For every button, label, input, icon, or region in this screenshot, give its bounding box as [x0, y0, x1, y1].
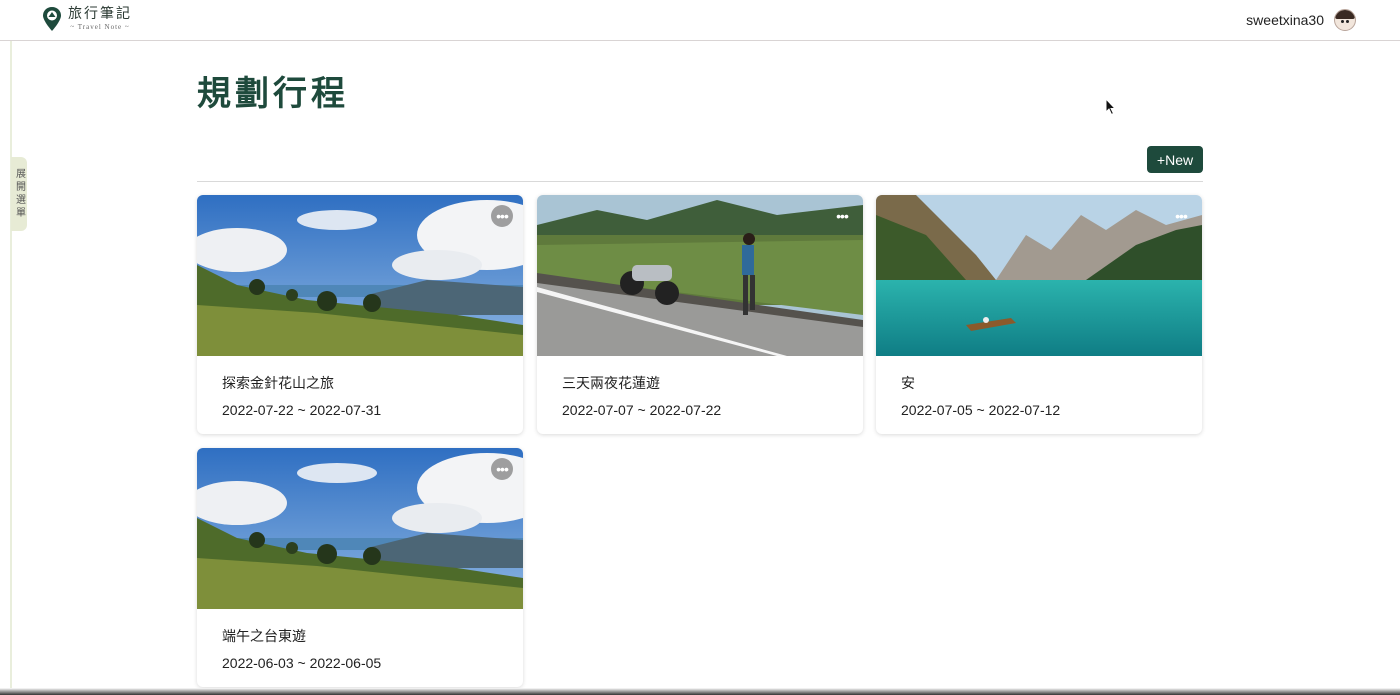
trip-cover-image [197, 448, 523, 609]
trip-title: 安 [901, 376, 915, 392]
trip-card[interactable]: ••• 端午之台東遊 2022-06-03 ~ 2022-06-05 [197, 448, 523, 687]
trip-card[interactable]: ••• 三天兩夜花蓮遊 2022-07-07 ~ 2022-07-22 [537, 195, 863, 434]
trip-title: 探索金針花山之旅 [222, 376, 334, 392]
sidebar-toggle-button[interactable]: 展開選單 [11, 157, 27, 231]
new-trip-button[interactable]: +New [1147, 146, 1203, 173]
username[interactable]: sweetxina30 [1246, 12, 1324, 28]
divider [197, 181, 1203, 182]
window-edge [0, 688, 1400, 695]
trip-dates: 2022-07-22 ~ 2022-07-31 [222, 402, 382, 418]
trip-title: 三天兩夜花蓮遊 [562, 376, 660, 392]
trip-card[interactable]: ••• 探索金針花山之旅 2022-07-22 ~ 2022-07-31 [197, 195, 523, 434]
sidebar-edge [10, 41, 12, 695]
more-options-icon[interactable]: ••• [491, 205, 513, 227]
more-options-icon[interactable]: ••• [491, 458, 513, 480]
trip-dates: 2022-06-03 ~ 2022-06-05 [222, 655, 382, 671]
trip-cover-image [197, 195, 523, 356]
trip-cover-image [537, 195, 863, 356]
logo-title: 旅行筆記 [68, 6, 132, 22]
trip-dates: 2022-07-05 ~ 2022-07-12 [901, 402, 1061, 418]
mouse-cursor-icon [1105, 98, 1117, 116]
map-pin-icon [43, 7, 61, 31]
trip-title: 端午之台東遊 [222, 629, 306, 645]
page-title: 規劃行程 [197, 74, 349, 114]
site-logo[interactable]: 旅行筆記 ~ Travel Note ~ [42, 6, 132, 32]
logo-subtitle: ~ Travel Note ~ [70, 23, 130, 31]
more-options-icon[interactable]: ••• [1170, 205, 1192, 227]
more-options-icon[interactable]: ••• [831, 205, 853, 227]
trip-dates: 2022-07-07 ~ 2022-07-22 [562, 402, 722, 418]
trip-cover-image [876, 195, 1202, 356]
avatar[interactable] [1334, 9, 1356, 31]
user-menu[interactable]: sweetxina30 [1246, 9, 1356, 31]
top-navbar: 旅行筆記 ~ Travel Note ~ sweetxina30 [0, 0, 1400, 41]
trip-card[interactable]: ••• 安 2022-07-05 ~ 2022-07-12 [876, 195, 1202, 434]
